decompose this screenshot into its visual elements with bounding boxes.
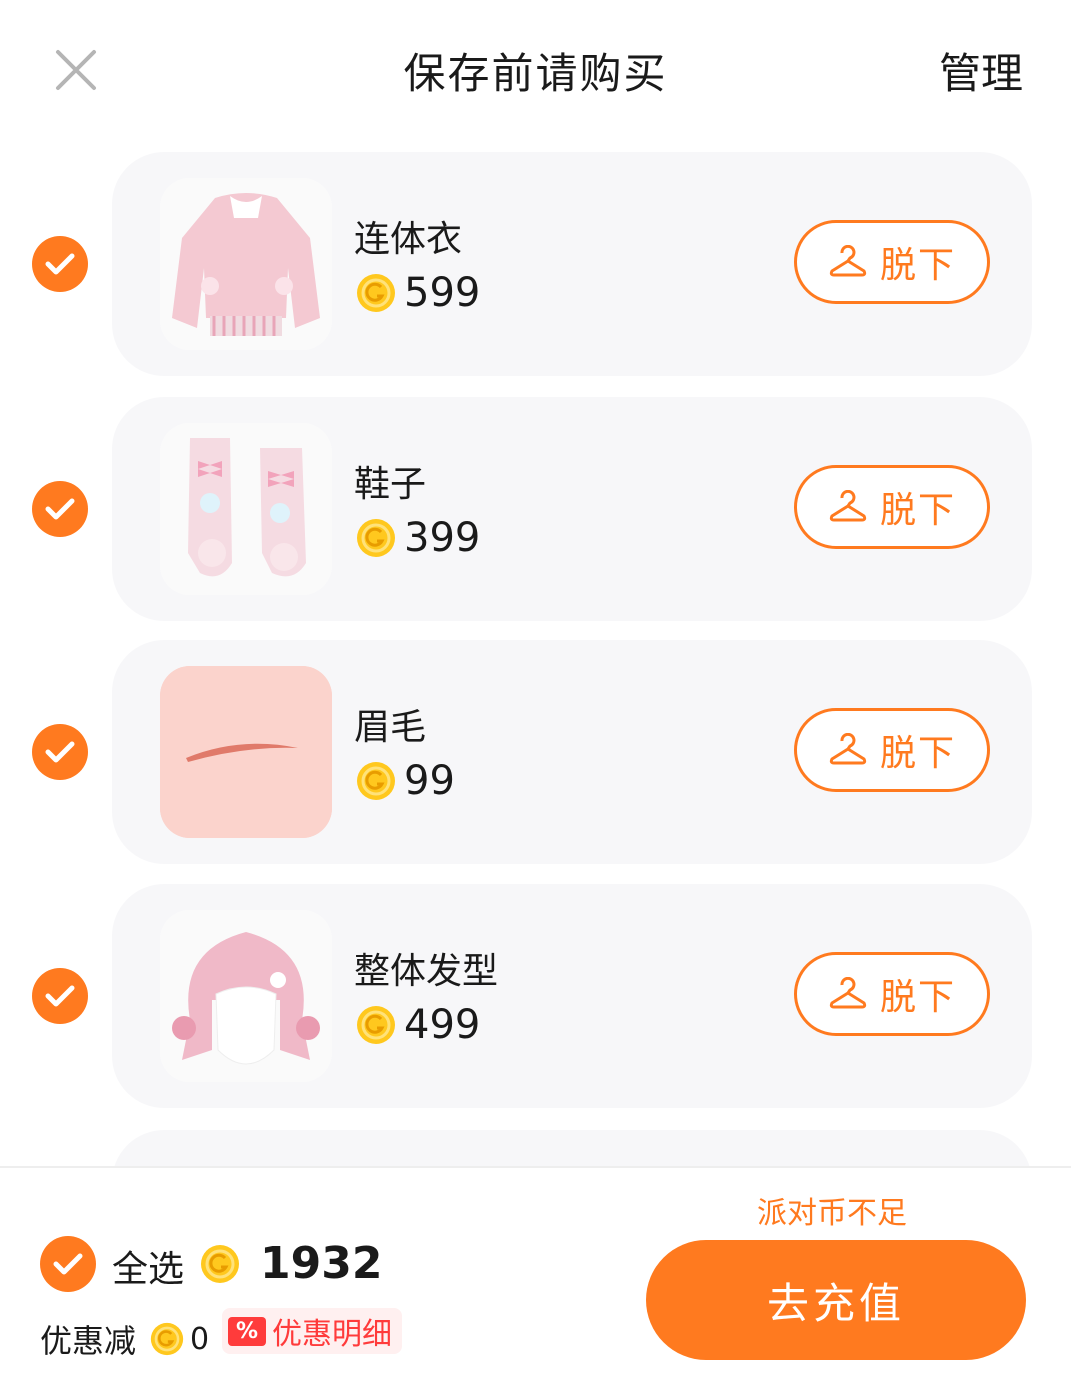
discount-value: 0 xyxy=(190,1321,210,1357)
item-price-value: 99 xyxy=(404,758,455,804)
item-price-value: 399 xyxy=(404,515,481,561)
coin-icon xyxy=(357,1006,395,1044)
recharge-label: 去充值 xyxy=(766,1278,905,1328)
check-icon xyxy=(45,498,75,520)
take-off-label: 脱下 xyxy=(879,245,956,286)
take-off-label: 脱下 xyxy=(879,733,956,774)
discount-detail-button[interactable]: % 优惠明细 xyxy=(222,1308,403,1354)
item-list[interactable]: 连体衣 599 脱下 鞋子 399 脱下 眉毛 99 脱下 整体发型 499 脱… xyxy=(0,150,1071,1168)
check-icon xyxy=(53,1253,83,1275)
coin-icon xyxy=(150,1322,184,1356)
coin-icon xyxy=(357,762,395,800)
select-all-checkbox[interactable] xyxy=(40,1236,96,1292)
item-checkbox[interactable] xyxy=(32,236,88,292)
item-checkbox[interactable] xyxy=(32,724,88,780)
take-off-button[interactable]: 脱下 xyxy=(794,708,990,792)
item-card: 整体发型 499 脱下 xyxy=(112,884,1032,1108)
item-card-partial xyxy=(112,1130,1032,1168)
item-price: 99 xyxy=(356,758,455,804)
list-item: 眉毛 99 脱下 xyxy=(0,640,1071,864)
item-thumbnail-hairstyle xyxy=(160,910,332,1082)
list-item: 鞋子 399 脱下 xyxy=(0,397,1071,621)
check-icon xyxy=(45,253,75,275)
item-checkbox[interactable] xyxy=(32,481,88,537)
footer-bar: 派对币不足 全选 1932 优惠减 0 % 优惠明细 去充值 xyxy=(0,1166,1071,1400)
select-all-label: 全选 xyxy=(112,1249,185,1290)
coin-icon xyxy=(357,519,395,557)
percent-icon: % xyxy=(228,1316,267,1346)
insufficient-coins-text: 派对币不足 xyxy=(757,1196,907,1231)
item-card: 连体衣 599 脱下 xyxy=(112,152,1032,376)
take-off-button[interactable]: 脱下 xyxy=(794,220,990,304)
list-item: 连体衣 599 脱下 xyxy=(0,152,1071,376)
item-price-value: 599 xyxy=(404,270,481,316)
item-checkbox[interactable] xyxy=(32,968,88,1024)
discount-summary: 优惠减 0 xyxy=(40,1316,209,1362)
take-off-label: 脱下 xyxy=(879,490,956,531)
item-thumbnail-shoes xyxy=(160,423,332,595)
take-off-label: 脱下 xyxy=(879,977,956,1018)
item-price-value: 499 xyxy=(404,1002,481,1048)
discount-detail-label: 优惠明细 xyxy=(272,1317,393,1352)
coin-icon xyxy=(357,274,395,312)
page-title: 保存前请购买 xyxy=(403,49,668,98)
item-name: 鞋子 xyxy=(354,464,427,505)
item-thumbnail-eyebrow xyxy=(160,666,332,838)
recharge-button[interactable]: 去充值 xyxy=(646,1240,1026,1360)
item-name: 整体发型 xyxy=(354,951,499,992)
check-icon xyxy=(45,741,75,763)
item-thumbnail-onesie xyxy=(160,178,332,350)
hanger-icon xyxy=(829,490,867,522)
item-price: 499 xyxy=(356,1002,480,1048)
item-name: 眉毛 xyxy=(354,707,427,748)
hanger-icon xyxy=(829,977,867,1009)
list-item: 整体发型 499 脱下 xyxy=(0,884,1071,1108)
manage-button[interactable]: 管理 xyxy=(939,40,1023,101)
header: 保存前请购买 管理 xyxy=(0,0,1071,140)
total-price-value: 1932 xyxy=(260,1238,383,1289)
item-card: 眉毛 99 脱下 xyxy=(112,640,1032,864)
hanger-icon xyxy=(829,245,867,277)
purchase-before-save-page: 保存前请购买 管理 连体衣 599 脱下 鞋子 399 脱下 眉毛 99 脱下 … xyxy=(0,0,1071,1400)
total-price: 1932 xyxy=(200,1238,382,1289)
coin-icon xyxy=(201,1244,239,1283)
take-off-button[interactable]: 脱下 xyxy=(794,465,990,549)
item-card: 鞋子 399 脱下 xyxy=(112,397,1032,621)
check-icon xyxy=(45,985,75,1007)
item-price: 399 xyxy=(356,515,480,561)
item-name: 连体衣 xyxy=(354,219,463,260)
discount-label: 优惠减 xyxy=(40,1322,137,1360)
hanger-icon xyxy=(829,733,867,765)
take-off-button[interactable]: 脱下 xyxy=(794,952,990,1036)
item-price: 599 xyxy=(356,270,480,316)
